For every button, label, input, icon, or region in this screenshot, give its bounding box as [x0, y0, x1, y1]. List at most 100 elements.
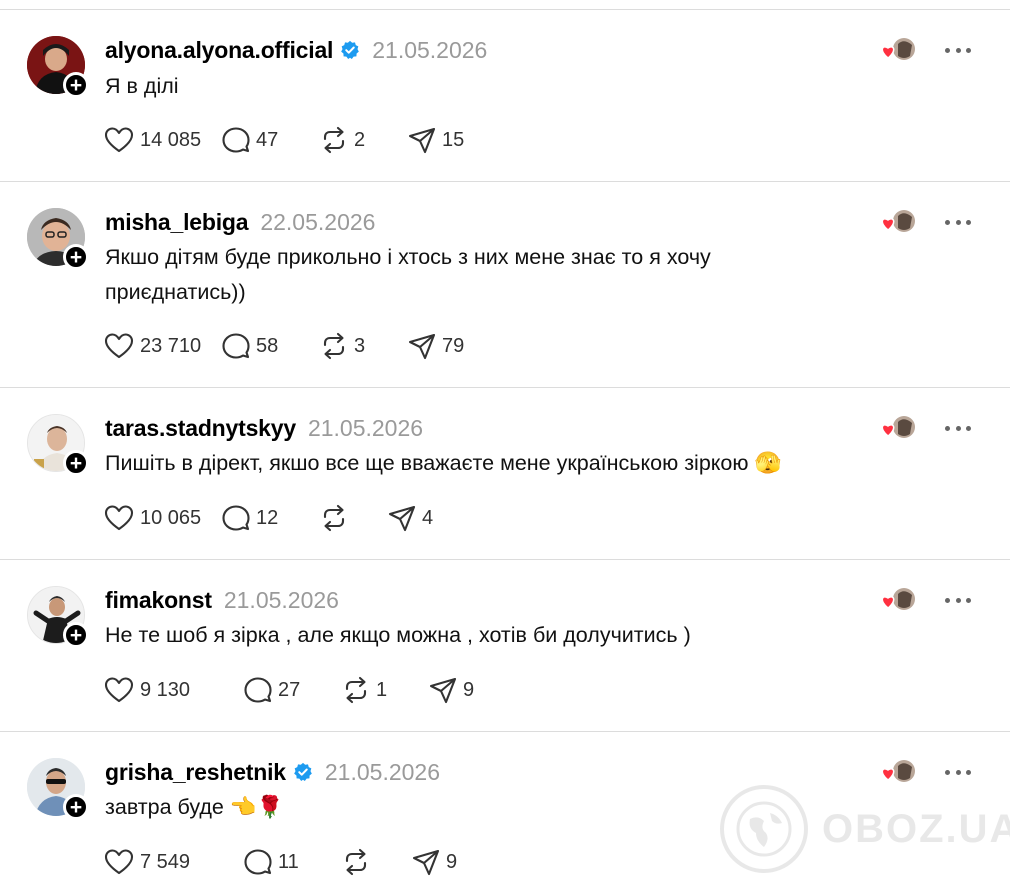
share-count: 15	[442, 128, 465, 151]
repost-button[interactable]	[320, 504, 388, 532]
post-actions: 7 549 11 9	[104, 847, 457, 877]
like-button[interactable]: 23 710	[104, 332, 222, 360]
username[interactable]: taras.stadnytskyy	[105, 415, 296, 442]
share-button[interactable]: 15	[408, 126, 464, 154]
verified-badge-icon	[341, 40, 360, 59]
reply-count: 47	[256, 128, 279, 151]
post-actions: 14 085 47 2 15	[104, 125, 464, 155]
post-header: grisha_reshetnik 21.05.2026	[105, 756, 440, 788]
liked-by-author-icon	[881, 210, 915, 232]
more-options-button[interactable]	[945, 40, 971, 60]
avatar[interactable]: +	[27, 586, 89, 648]
post-text: Я в ділі	[105, 74, 179, 98]
reply-button[interactable]: 12	[222, 504, 320, 532]
send-icon	[408, 127, 436, 154]
share-count: 9	[446, 850, 458, 873]
globe-icon	[720, 785, 808, 873]
repost-button[interactable]	[342, 848, 412, 876]
follow-plus-icon[interactable]: +	[63, 244, 89, 270]
share-count: 9	[463, 678, 475, 701]
reply-button[interactable]: 58	[222, 332, 320, 360]
reply-count: 27	[278, 678, 301, 701]
post-text: завтра буде 👈🌹	[105, 795, 284, 819]
like-count: 10 065	[140, 506, 202, 529]
repost-count: 2	[354, 128, 366, 151]
post-date: 21.05.2026	[307, 414, 424, 441]
avatar[interactable]: +	[27, 36, 89, 98]
post-date: 21.05.2026	[223, 586, 339, 613]
repost-button[interactable]: 2	[320, 126, 408, 154]
thread-post: + taras.stadnytskyy 21.05.2026 Пишіть в …	[0, 388, 1010, 560]
post-actions: 9 130 27 1 9	[104, 675, 474, 705]
watermark-text: OBOZ.UA	[822, 806, 1010, 851]
repost-icon	[323, 504, 345, 532]
thread-post: + misha_lebiga 22.05.2026 Якшо дітям буд…	[0, 182, 1010, 388]
heart-icon	[104, 505, 134, 531]
more-options-button[interactable]	[945, 590, 971, 610]
more-options-button[interactable]	[945, 212, 971, 232]
comment-icon	[244, 849, 272, 875]
liked-by-author-icon	[881, 760, 915, 782]
post-text: Якшо дітям буде прикольно і хтось з них …	[105, 245, 711, 304]
reply-count: 11	[278, 850, 299, 873]
username[interactable]: alyona.alyona.official	[105, 37, 333, 64]
like-count: 9 130	[140, 678, 191, 701]
share-button[interactable]: 4	[388, 504, 433, 532]
send-icon	[408, 333, 436, 360]
comment-icon	[222, 505, 250, 531]
repost-button[interactable]: 1	[342, 676, 429, 704]
like-count: 23 710	[140, 334, 202, 357]
share-button[interactable]: 9	[412, 848, 457, 876]
watermark: OBOZ.UA	[720, 785, 1010, 873]
repost-icon	[323, 332, 345, 360]
post-text: Пишіть в дірект, якшо все ще вважаєте ме…	[105, 451, 782, 475]
avatar[interactable]: +	[27, 414, 89, 476]
share-button[interactable]: 9	[429, 676, 474, 704]
reply-button[interactable]: 11	[244, 848, 342, 876]
avatar[interactable]: +	[27, 758, 89, 820]
follow-plus-icon[interactable]: +	[63, 72, 89, 98]
like-button[interactable]: 14 085	[104, 126, 222, 154]
more-options-button[interactable]	[945, 762, 971, 782]
post-header: taras.stadnytskyy 21.05.2026	[105, 412, 423, 444]
comment-icon	[244, 677, 272, 703]
follow-plus-icon[interactable]: +	[63, 622, 89, 648]
reply-button[interactable]: 47	[222, 126, 320, 154]
repost-count: 1	[376, 678, 388, 701]
share-count: 79	[442, 334, 465, 357]
reply-count: 12	[256, 506, 279, 529]
heart-icon	[104, 127, 134, 153]
verified-badge-icon	[294, 762, 312, 781]
reply-button[interactable]: 27	[244, 676, 342, 704]
post-date: 21.05.2026	[372, 36, 488, 63]
thread-post: + fimakonst 21.05.2026 Не те шоб я зірка…	[0, 560, 1010, 732]
liked-by-author-icon	[881, 588, 915, 610]
username[interactable]: misha_lebiga	[105, 209, 249, 236]
post-header: fimakonst 21.05.2026	[105, 584, 339, 616]
like-button[interactable]: 9 130	[104, 676, 244, 704]
username[interactable]: grisha_reshetnik	[105, 759, 286, 786]
post-actions: 10 065 12 4	[104, 503, 433, 533]
share-count: 4	[422, 506, 434, 529]
like-button[interactable]: 10 065	[104, 504, 222, 532]
like-button[interactable]: 7 549	[104, 848, 244, 876]
repost-button[interactable]: 3	[320, 332, 408, 360]
more-options-button[interactable]	[945, 418, 971, 438]
post-header: alyona.alyona.official 21.05.2026	[105, 34, 487, 66]
heart-icon	[104, 849, 134, 875]
share-button[interactable]: 79	[408, 332, 464, 360]
comment-icon	[222, 333, 250, 359]
thread-post: + alyona.alyona.official 21.05.2026 Я в …	[0, 10, 1010, 182]
follow-plus-icon[interactable]: +	[63, 794, 89, 820]
username[interactable]: fimakonst	[105, 587, 212, 614]
send-icon	[412, 849, 440, 876]
avatar[interactable]: +	[27, 208, 89, 270]
repost-count: 3	[354, 334, 366, 357]
post-date: 22.05.2026	[260, 208, 376, 235]
heart-icon	[104, 677, 134, 703]
send-icon	[388, 505, 416, 532]
post-header: misha_lebiga 22.05.2026	[105, 206, 375, 238]
follow-plus-icon[interactable]: +	[63, 450, 89, 476]
like-count: 7 549	[140, 850, 191, 873]
post-text: Не те шоб я зірка , але якщо можна , хот…	[105, 623, 691, 647]
